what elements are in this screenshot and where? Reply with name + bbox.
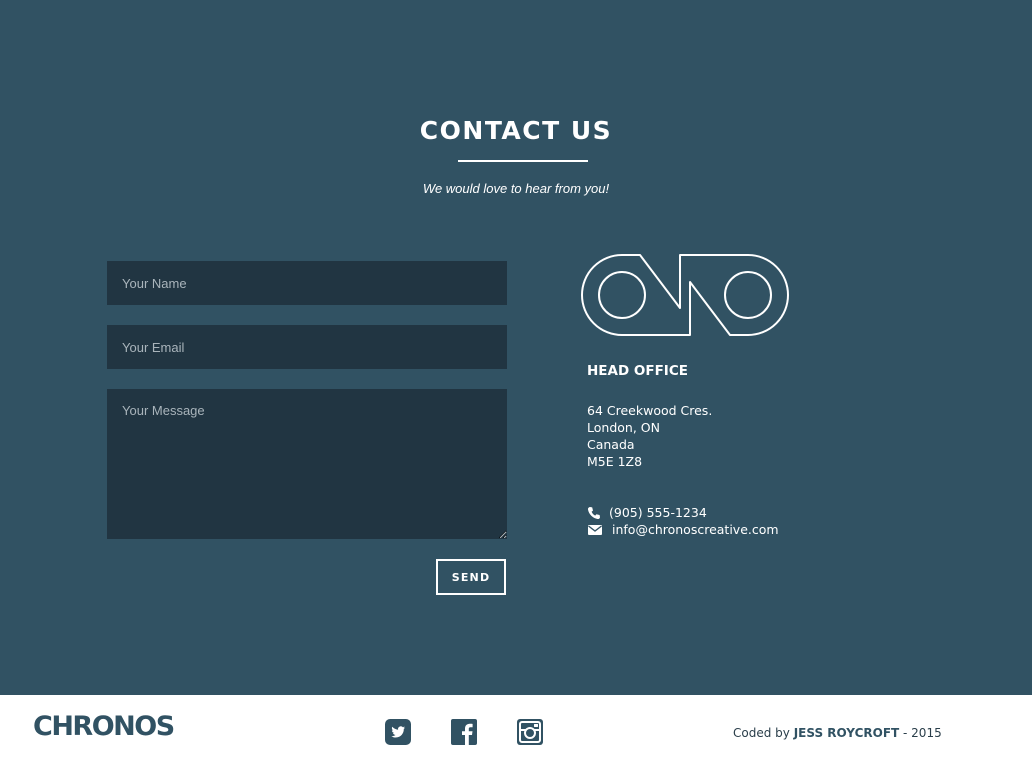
contact-section: CONTACT US We would love to hear from yo…	[0, 0, 1032, 695]
instagram-link[interactable]	[517, 719, 543, 745]
email-input[interactable]	[107, 325, 507, 369]
footer: CHRONOS Coded by JESS ROYCROFT - 2015	[0, 695, 1032, 763]
twitter-link[interactable]	[385, 719, 411, 745]
office-heading: HEAD OFFICE	[587, 363, 688, 379]
facebook-icon	[451, 719, 477, 745]
title-divider	[458, 160, 588, 162]
footer-logo[interactable]: CHRONOS	[33, 711, 175, 742]
facebook-link[interactable]	[451, 719, 477, 745]
ono-logo	[581, 254, 789, 336]
name-input[interactable]	[107, 261, 507, 305]
address-line: Canada	[587, 437, 635, 452]
instagram-icon	[517, 719, 543, 745]
credit-suffix: - 2015	[903, 726, 942, 740]
footer-credit: Coded by JESS ROYCROFT - 2015	[733, 726, 942, 740]
phone-number: (905) 555-1234	[609, 505, 707, 520]
phone-icon	[587, 506, 600, 519]
address-line: 64 Creekwood Cres.	[587, 403, 713, 418]
email-line: info@chronoscreative.com	[587, 522, 779, 537]
envelope-icon	[588, 524, 602, 535]
page-title: CONTACT US	[419, 116, 613, 145]
credit-prefix: Coded by	[733, 726, 790, 740]
credit-author[interactable]: JESS ROYCROFT	[794, 726, 900, 740]
page-subtitle: We would love to hear from you!	[422, 181, 610, 196]
office-address: 64 Creekwood Cres. London, ON Canada M5E…	[587, 402, 712, 470]
message-textarea[interactable]	[107, 389, 507, 539]
send-button[interactable]: SEND	[436, 559, 506, 595]
email-link[interactable]: info@chronoscreative.com	[612, 522, 779, 537]
twitter-icon	[385, 719, 411, 745]
address-line: M5E 1Z8	[587, 454, 643, 469]
phone-line: (905) 555-1234	[587, 505, 707, 520]
address-line: London, ON	[587, 420, 660, 435]
